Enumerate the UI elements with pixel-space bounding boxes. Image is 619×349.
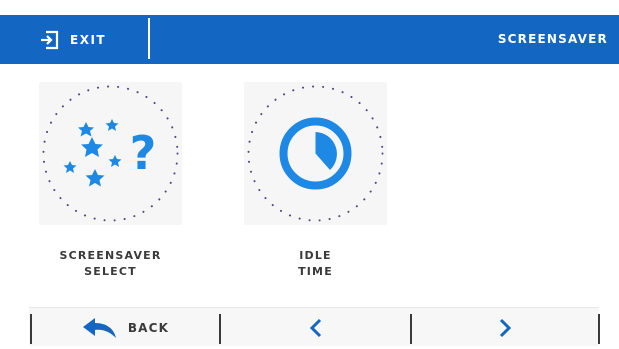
stars-question-icon: ? [42, 85, 179, 222]
back-button[interactable]: BACK [32, 310, 219, 346]
header-divider [148, 18, 150, 59]
back-label: BACK [127, 321, 170, 335]
chevron-left-icon [309, 318, 321, 338]
screensaver-select-tile[interactable]: ? [39, 82, 182, 225]
chevron-right-icon [499, 318, 512, 338]
header-bar: EXIT SCREENSAVER [0, 15, 619, 64]
idle-time-tile[interactable] [244, 82, 387, 225]
exit-icon [41, 30, 59, 49]
back-arrow-icon [82, 318, 116, 338]
nav-separator [598, 314, 600, 344]
timer-icon [247, 85, 384, 222]
next-button[interactable] [412, 310, 598, 346]
previous-button[interactable] [221, 310, 410, 346]
idle-time-label: IDLE TIME [298, 249, 333, 278]
svg-text:?: ? [130, 126, 157, 180]
exit-label: EXIT [70, 32, 107, 47]
screensaver-select-label: SCREENSAVER SELECT [59, 249, 162, 278]
exit-button[interactable]: EXIT [38, 15, 106, 64]
page-title: SCREENSAVER [497, 32, 608, 46]
